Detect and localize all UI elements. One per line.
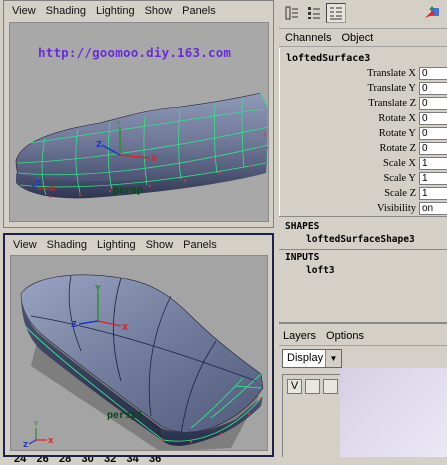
attr-row-translate-z: Translate Z 0 xyxy=(280,96,447,111)
attr-label[interactable]: Rotate X xyxy=(378,113,416,124)
attr-value-field[interactable]: 1 xyxy=(419,187,447,200)
menu-view[interactable]: View xyxy=(13,239,37,251)
tick-label: 32 xyxy=(104,457,117,465)
svg-text:Y: Y xyxy=(115,120,121,128)
object-name[interactable]: loftedSurface3 xyxy=(286,53,370,64)
svg-text:Y: Y xyxy=(33,420,39,428)
attr-label[interactable]: Scale Z xyxy=(384,188,416,199)
attr-row-rotate-x: Rotate X 0 xyxy=(280,111,447,126)
attr-label[interactable]: Translate X xyxy=(367,68,416,79)
layer-type-dropdown[interactable]: Display ▼ xyxy=(282,349,342,368)
layout-toolbar xyxy=(279,0,447,29)
menu-options[interactable]: Options xyxy=(326,330,364,342)
attr-label[interactable]: Rotate Z xyxy=(380,143,416,154)
attr-label[interactable]: Translate Y xyxy=(367,83,416,94)
shape-node-name[interactable]: loftedSurfaceShape3 xyxy=(306,234,415,245)
input-node-name[interactable]: loft3 xyxy=(306,265,335,276)
attr-row-translate-x: Translate X 0 xyxy=(280,66,447,81)
tool-settings-icon[interactable] xyxy=(422,3,442,23)
attr-value-field[interactable]: 0 xyxy=(419,112,447,125)
attr-label[interactable]: Scale X xyxy=(383,158,416,169)
layer-visibility-toggle[interactable]: V xyxy=(287,379,302,394)
menu-lighting[interactable]: Lighting xyxy=(97,239,136,251)
axis-gizmo-icon: Y X Z xyxy=(23,420,54,449)
menu-object[interactable]: Object xyxy=(341,32,373,44)
attr-row-scale-y: Scale Y 1 xyxy=(280,171,447,186)
attr-label[interactable]: Visibility xyxy=(377,203,416,214)
svg-text:Z: Z xyxy=(35,179,40,187)
attr-row-scale-x: Scale X 1 xyxy=(280,156,447,171)
attr-value-field[interactable]: 0 xyxy=(419,142,447,155)
inputs-title: INPUTS xyxy=(285,252,320,263)
menu-panels[interactable]: Panels xyxy=(182,5,216,17)
watermark-url: http://goomoo.diy.163.com xyxy=(38,45,232,60)
menu-show[interactable]: Show xyxy=(146,239,174,251)
playback-controls xyxy=(279,457,447,465)
channel-box-menu-bar: Channels Object xyxy=(279,30,447,47)
attr-value-field[interactable]: 0 xyxy=(419,127,447,140)
svg-text:X: X xyxy=(50,185,56,193)
time-ticks: 24 26 28 30 32 34 36 xyxy=(14,457,172,465)
tick-label: 28 xyxy=(59,457,72,465)
persp-viewport-panel[interactable]: View Shading Lighting Show Panels X Z Y … xyxy=(3,0,274,228)
svg-text:X: X xyxy=(151,154,158,163)
menu-shading[interactable]: Shading xyxy=(47,239,87,251)
attr-row-visibility: Visibility on xyxy=(280,201,447,216)
channel-layers-layout-icon[interactable] xyxy=(326,3,346,23)
attr-row-rotate-y: Rotate Y 0 xyxy=(280,126,447,141)
dropdown-arrow-icon[interactable]: ▼ xyxy=(325,350,341,367)
attribute-editor-layout-icon[interactable] xyxy=(304,3,324,23)
attr-value-field[interactable]: 1 xyxy=(419,172,447,185)
shapes-title: SHAPES xyxy=(285,221,320,232)
menu-shading[interactable]: Shading xyxy=(46,5,86,17)
attr-value-field[interactable]: 0 xyxy=(419,67,447,80)
watermark-overlay xyxy=(340,368,447,465)
svg-text:Y: Y xyxy=(94,284,101,293)
attr-label[interactable]: Rotate Y xyxy=(379,128,416,139)
tick-label: 26 xyxy=(36,457,49,465)
shapes-section: SHAPES loftedSurfaceShape3 xyxy=(279,216,447,249)
divider xyxy=(279,345,447,346)
attr-value-field[interactable]: on xyxy=(419,202,447,215)
viewport-menu-bar: View Shading Lighting Show Panels xyxy=(4,1,273,21)
channel-box: loftedSurface3 Translate X 0 Translate Y… xyxy=(279,48,447,216)
dropdown-value: Display xyxy=(287,352,324,364)
menu-panels[interactable]: Panels xyxy=(183,239,217,251)
svg-text:Z: Z xyxy=(71,320,77,329)
menu-layers[interactable]: Layers xyxy=(283,330,316,342)
attr-value-field[interactable]: 0 xyxy=(419,82,447,95)
inputs-section: INPUTS loft3 xyxy=(279,249,447,322)
channel-box-layout-icon[interactable] xyxy=(282,3,302,23)
tick-label: 34 xyxy=(126,457,139,465)
menu-show[interactable]: Show xyxy=(145,5,173,17)
tick-label: 24 xyxy=(14,457,27,465)
attr-value-field[interactable]: 1 xyxy=(419,157,447,170)
svg-text:X: X xyxy=(122,323,129,332)
tick-label: 30 xyxy=(81,457,94,465)
camera-label: persp xyxy=(113,186,144,197)
menu-lighting[interactable]: Lighting xyxy=(96,5,135,17)
menu-channels[interactable]: Channels xyxy=(285,32,331,44)
camera-label: persp1 xyxy=(107,411,144,422)
layer-template-toggle[interactable] xyxy=(305,379,320,394)
time-slider[interactable]: 24 26 28 30 32 34 36 xyxy=(0,457,280,465)
attr-row-rotate-z: Rotate Z 0 xyxy=(280,141,447,156)
attr-label[interactable]: Scale Y xyxy=(383,173,416,184)
attr-value-field[interactable]: 0 xyxy=(419,97,447,110)
layer-menu-bar: Layers Options xyxy=(283,330,364,342)
attr-label[interactable]: Translate Z xyxy=(368,98,416,109)
attr-row-scale-z: Scale Z 1 xyxy=(280,186,447,201)
svg-text:Z: Z xyxy=(23,441,28,449)
attr-row-translate-y: Translate Y 0 xyxy=(280,81,447,96)
svg-text:Y: Y xyxy=(35,170,41,178)
menu-view[interactable]: View xyxy=(12,5,36,17)
svg-text:X: X xyxy=(48,437,54,445)
tick-label: 36 xyxy=(149,457,162,465)
persp1-viewport-panel[interactable]: View Shading Lighting Show Panels Y X Z … xyxy=(3,233,274,457)
viewport-menu-bar: View Shading Lighting Show Panels xyxy=(5,235,272,255)
layer-color-swatch[interactable] xyxy=(323,379,338,394)
svg-text:Z: Z xyxy=(96,140,102,149)
